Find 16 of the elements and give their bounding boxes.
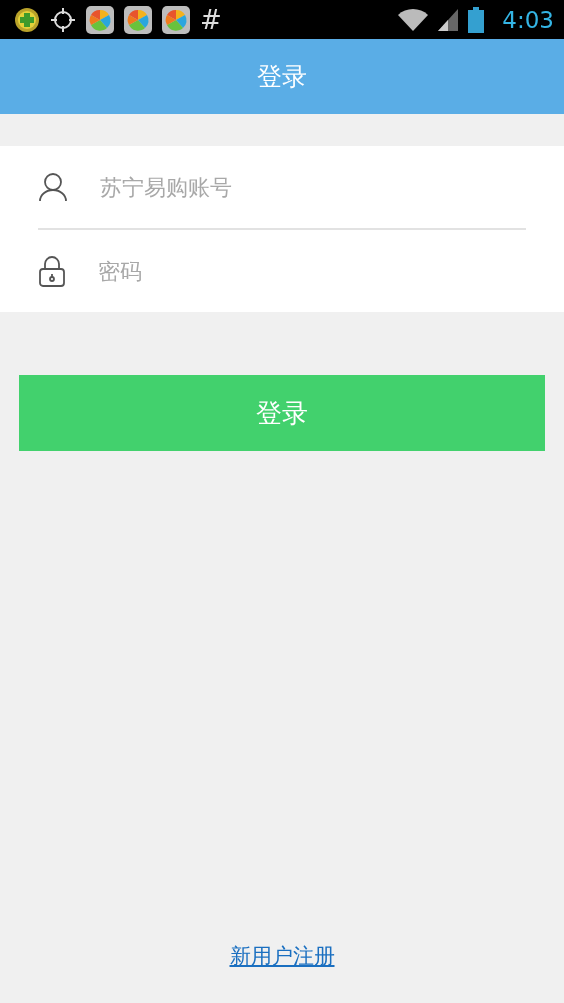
crosshair-icon [50,6,76,33]
notification-text: # [200,6,222,33]
wifi-icon [398,7,429,32]
register-link[interactable]: 新用户注册 [229,942,335,970]
app-icon [86,5,114,34]
user-icon [38,172,68,202]
lock-icon [38,255,66,287]
account-field[interactable]: 苏宁易购账号 [98,164,526,210]
status-time: 4:03 [502,6,554,33]
app-icon [162,5,190,34]
header-title: 登录 [257,61,307,93]
battery-icon [468,6,485,33]
password-field[interactable]: 密码 [96,248,526,294]
app-icon [124,5,152,34]
plus-badge-icon [14,6,40,33]
signal-icon [438,8,459,31]
